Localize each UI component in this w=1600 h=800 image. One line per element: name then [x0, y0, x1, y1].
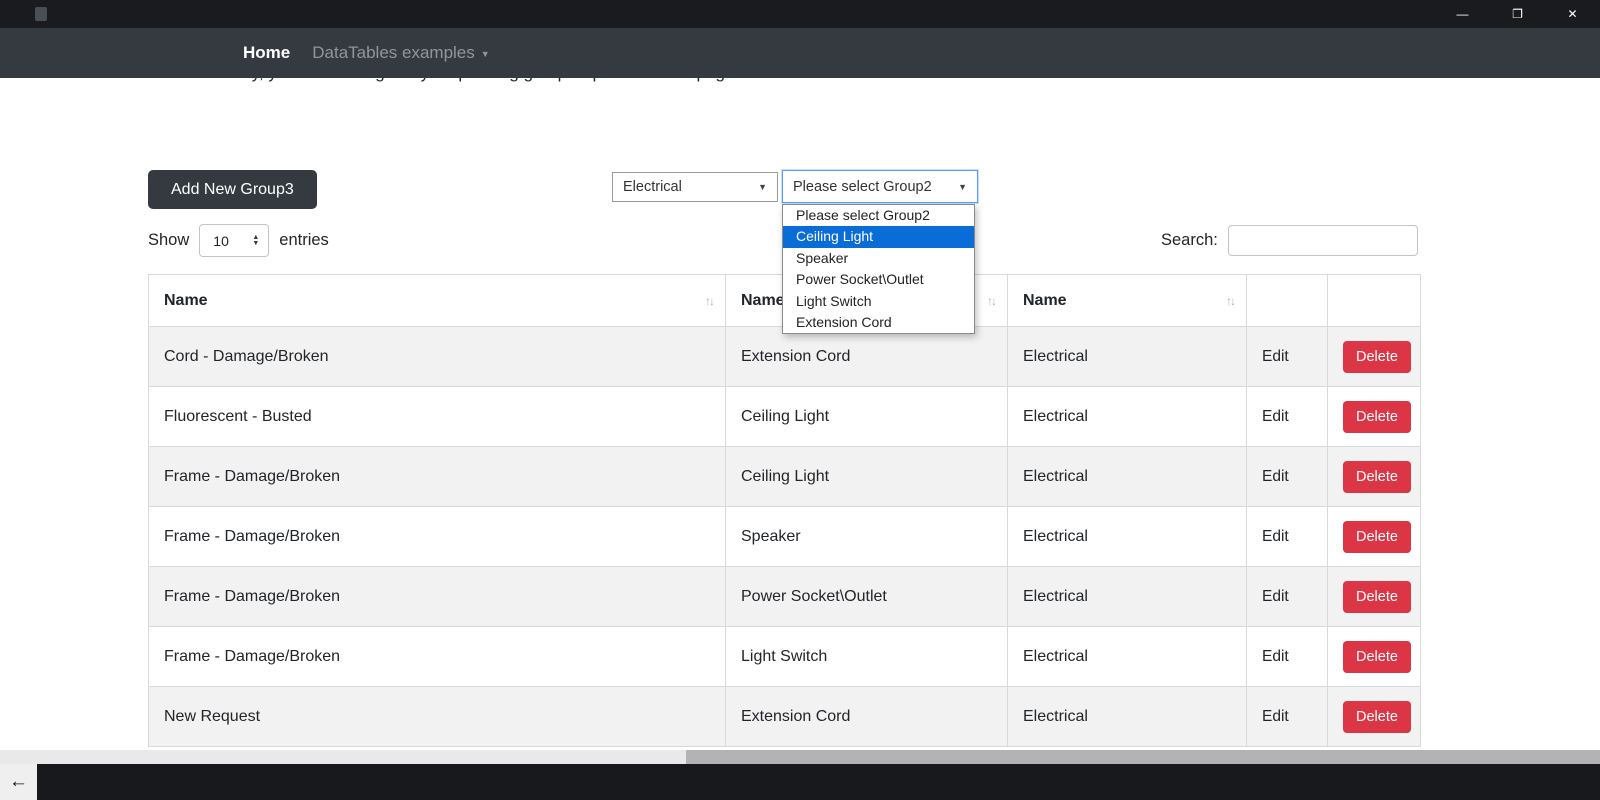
chevron-down-icon: ▼ [958, 182, 967, 192]
group2-dropdown-list: Please select Group2 Ceiling Light Speak… [782, 204, 975, 334]
cell-group3: Electrical [1008, 627, 1247, 687]
edit-link[interactable]: Edit [1262, 348, 1289, 365]
window-controls: — ❐ ✕ [1435, 0, 1600, 28]
window-titlebar: — ❐ ✕ [0, 0, 1600, 28]
close-button[interactable]: ✕ [1545, 0, 1600, 28]
data-table-wrapper: Name ↑↓ Name ↑↓ Name ↑↓ Cord - Damage/Broke… [148, 274, 1420, 747]
horizontal-scrollbar[interactable] [0, 750, 1600, 764]
column-header-delete [1328, 275, 1421, 327]
entries-label: entries [279, 231, 329, 250]
cell-group3: Electrical [1008, 327, 1247, 387]
sort-icon: ↑↓ [987, 294, 995, 308]
cell-group2: Light Switch [726, 627, 1008, 687]
cell-name: Fluorescent - Busted [149, 387, 726, 447]
column-header-edit [1247, 275, 1328, 327]
header-label: Name [1023, 292, 1067, 309]
cell-group3: Electrical [1008, 387, 1247, 447]
table-row: Frame - Damage/Broken Power Socket\Outle… [149, 567, 1421, 627]
cell-name: Frame - Damage/Broken [149, 627, 726, 687]
edit-link[interactable]: Edit [1262, 708, 1289, 725]
edit-link[interactable]: Edit [1262, 408, 1289, 425]
back-arrow-button[interactable]: ← [0, 764, 37, 800]
dropdown-option[interactable]: Speaker [783, 248, 974, 269]
table-row: Fluorescent - Busted Ceiling Light Elect… [149, 387, 1421, 447]
dropdown-option[interactable]: Please select Group2 [783, 205, 974, 226]
scrollbar-thumb[interactable] [686, 750, 1600, 764]
group3-select-value: Electrical [623, 179, 682, 195]
table-row: Frame - Damage/Broken Light Switch Elect… [149, 627, 1421, 687]
group3-select[interactable]: Electrical ▼ [612, 172, 778, 202]
data-table: Name ↑↓ Name ↑↓ Name ↑↓ Cord - Damage/Broke… [148, 274, 1421, 747]
cell-group3: Electrical [1008, 447, 1247, 507]
edit-link[interactable]: Edit [1262, 528, 1289, 545]
column-header-name-3[interactable]: Name ↑↓ [1008, 275, 1247, 327]
back-arrow-icon: ← [9, 771, 28, 793]
sort-icon: ↑↓ [705, 294, 713, 308]
cell-name: Frame - Damage/Broken [149, 447, 726, 507]
cell-group3: Electrical [1008, 687, 1247, 747]
dropdown-option[interactable]: Light Switch [783, 291, 974, 312]
navbar: Home DataTables examples ▼ [0, 28, 1600, 78]
dropdown-option[interactable]: Power Socket\Outlet [783, 269, 974, 290]
header-label: Name [164, 292, 208, 309]
delete-button[interactable]: Delete [1343, 341, 1411, 373]
delete-button[interactable]: Delete [1343, 521, 1411, 553]
step-down-icon: ▼ [252, 241, 259, 247]
cell-group2: Ceiling Light [726, 447, 1008, 507]
column-header-name-1[interactable]: Name ↑↓ [149, 275, 726, 327]
cell-group2: Extension Cord [726, 327, 1008, 387]
cell-group2: Speaker [726, 507, 1008, 567]
minimize-button[interactable]: — [1435, 0, 1490, 28]
edit-link[interactable]: Edit [1262, 468, 1289, 485]
cell-name: Cord - Damage/Broken [149, 327, 726, 387]
cell-name: New Request [149, 687, 726, 747]
nav-examples-label: DataTables examples [312, 43, 475, 63]
dropdown-option-selected[interactable]: Ceiling Light [783, 226, 974, 247]
chevron-down-icon: ▼ [758, 182, 767, 192]
header-label: Name [741, 292, 785, 309]
delete-button[interactable]: Delete [1343, 581, 1411, 613]
group2-select[interactable]: Please select Group2 ▼ [782, 170, 978, 203]
sort-icon: ↑↓ [1226, 294, 1234, 308]
delete-button[interactable]: Delete [1343, 701, 1411, 733]
bottom-bar [0, 764, 1600, 800]
nav-examples-menu[interactable]: DataTables examples ▼ [312, 43, 489, 63]
cell-name: Frame - Damage/Broken [149, 507, 726, 567]
group2-select-value: Please select Group2 [793, 179, 932, 195]
search-control: Search: [1161, 225, 1418, 256]
cell-group2: Ceiling Light [726, 387, 1008, 447]
table-row: Cord - Damage/Broken Extension Cord Elec… [149, 327, 1421, 387]
page-length-value: 10 [213, 233, 229, 249]
table-row: Frame - Damage/Broken Speaker Electrical… [149, 507, 1421, 567]
cell-name: Frame - Damage/Broken [149, 567, 726, 627]
delete-button[interactable]: Delete [1343, 461, 1411, 493]
cell-group2: Extension Cord [726, 687, 1008, 747]
edit-link[interactable]: Edit [1262, 648, 1289, 665]
cell-group3: Electrical [1008, 507, 1247, 567]
stepper-icon: ▲ ▼ [252, 235, 259, 247]
chevron-down-icon: ▼ [481, 49, 490, 59]
cell-group2: Power Socket\Outlet [726, 567, 1008, 627]
add-new-group3-button[interactable]: Add New Group3 [148, 170, 317, 209]
show-label: Show [148, 231, 189, 250]
dropdown-option[interactable]: Extension Cord [783, 312, 974, 333]
table-row: New Request Extension Cord Electrical Ed… [149, 687, 1421, 747]
cell-group3: Electrical [1008, 567, 1247, 627]
delete-button[interactable]: Delete [1343, 401, 1411, 433]
page-length-control: Show 10 ▲ ▼ entries [148, 224, 329, 257]
page-length-select[interactable]: 10 ▲ ▼ [199, 224, 269, 257]
search-input[interactable] [1228, 225, 1418, 256]
delete-button[interactable]: Delete [1343, 641, 1411, 673]
table-row: Frame - Damage/Broken Ceiling Light Elec… [149, 447, 1421, 507]
search-label: Search: [1161, 231, 1218, 250]
app-icon [35, 7, 47, 21]
nav-home-link[interactable]: Home [243, 43, 290, 63]
maximize-button[interactable]: ❐ [1490, 0, 1545, 28]
edit-link[interactable]: Edit [1262, 588, 1289, 605]
